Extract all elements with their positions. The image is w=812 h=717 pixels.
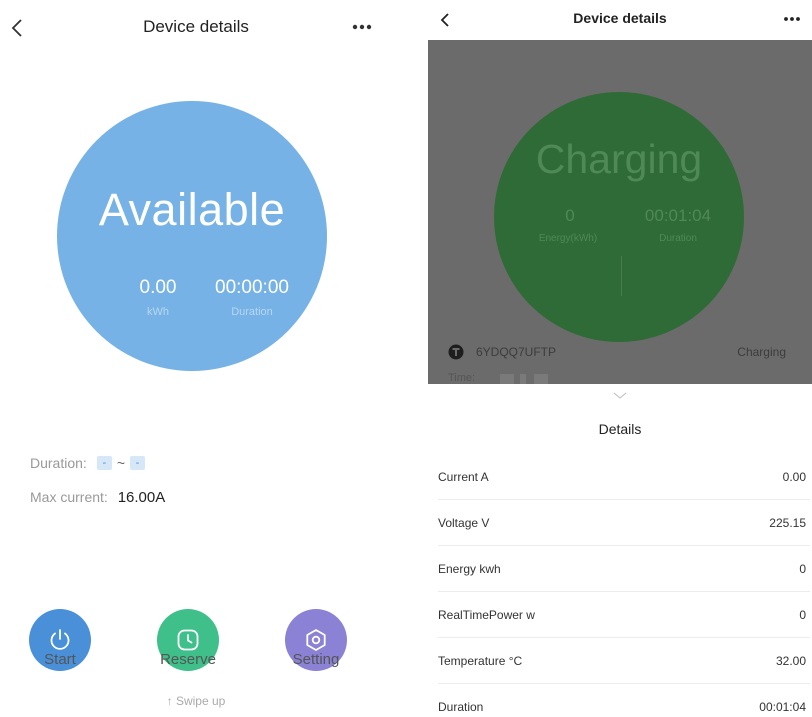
duration-row: Duration: - ~ - — [30, 455, 145, 471]
time-label: Time: — [448, 372, 476, 384]
status-circle: Available 0.00 kWh 00:00:00 Duration — [57, 101, 327, 371]
power-icon — [50, 629, 70, 650]
row-value: 0.00 — [782, 470, 806, 484]
navigation-bar: Device details — [428, 0, 812, 40]
row-label: Energy kwh — [438, 562, 501, 576]
row-label: Temperature °C — [438, 654, 523, 668]
start-label[interactable]: Start — [15, 651, 105, 668]
energy-value: 0 — [565, 206, 575, 225]
row-label: Duration — [438, 700, 484, 714]
row-label: RealTimePower w — [438, 608, 535, 622]
row-label: Voltage V — [438, 516, 490, 530]
max-current-label: Max current: — [30, 489, 108, 505]
details-title: Details — [598, 421, 642, 437]
more-options-icon[interactable] — [348, 14, 376, 38]
status-text: Available — [98, 184, 286, 235]
table-row: Energy kwh 0 — [438, 546, 810, 592]
energy-label: Energy(kWh) — [538, 233, 598, 244]
chevron-down-icon[interactable] — [612, 390, 628, 400]
details-table: Current A 0.00 Voltage V 225.15 Energy k… — [438, 454, 810, 717]
page-title: Device details — [573, 10, 667, 26]
table-row: RealTimePower w 0 — [438, 592, 810, 638]
duration-value: 00:00:00 — [215, 277, 289, 298]
dimmed-background[interactable]: Charging 0 Energy(kWh) 00:01:04 Duration… — [428, 40, 812, 384]
duration-end-chip[interactable]: - — [130, 456, 145, 470]
table-row: Current A 0.00 — [438, 454, 810, 500]
max-current-row: Max current: 16.00A — [30, 489, 165, 506]
table-row: Temperature °C 32.00 — [438, 638, 810, 684]
duration-row-label: Duration: — [30, 455, 87, 471]
energy-value: 0.00 — [139, 277, 177, 298]
energy-label: kWh — [147, 306, 169, 318]
status-circle: Charging 0 Energy(kWh) 00:01:04 Duration — [494, 92, 744, 342]
device-status: Charging — [737, 345, 786, 359]
page-title: Device details — [143, 17, 249, 36]
charger-icon — [448, 344, 464, 360]
setting-label[interactable]: Setting — [271, 651, 361, 668]
device-details-charging-screen: Device details Charging 0 Energy(kWh) 00… — [428, 0, 812, 717]
time-separator — [520, 374, 526, 384]
row-value: 225.15 — [769, 516, 806, 530]
device-row: 6YDQQ7UFTP Charging — [448, 342, 788, 366]
row-label: Current A — [438, 470, 489, 484]
duration-start-chip[interactable]: - — [96, 456, 112, 470]
duration-separator: ~ — [116, 455, 125, 471]
status-text: Charging — [535, 136, 703, 182]
metric-divider — [621, 256, 622, 296]
table-row: Duration 00:01:04 — [438, 684, 810, 717]
time-start-chip — [500, 374, 514, 384]
navigation-bar: Device details — [0, 0, 392, 56]
table-row: Voltage V 225.15 — [438, 500, 810, 546]
reserve-label[interactable]: Reserve — [143, 651, 233, 668]
time-end-chip — [534, 374, 548, 384]
device-id: 6YDQQ7UFTP — [476, 345, 557, 359]
duration-label: Duration — [231, 306, 273, 318]
more-options-icon[interactable] — [780, 8, 804, 28]
row-value: 0 — [799, 562, 806, 576]
gear-icon — [306, 629, 326, 651]
clock-icon — [177, 629, 199, 651]
row-value: 00:01:04 — [759, 700, 806, 714]
device-details-available-screen: Device details Available 0.00 kWh 00:00:… — [0, 0, 392, 717]
max-current-value: 16.00A — [117, 489, 166, 506]
row-value: 0 — [799, 608, 806, 622]
duration-value: 00:01:04 — [644, 206, 712, 225]
swipe-up-hint[interactable]: ↑ Swipe up — [0, 694, 392, 708]
row-value: 32.00 — [775, 654, 806, 668]
duration-label: Duration — [659, 233, 697, 244]
